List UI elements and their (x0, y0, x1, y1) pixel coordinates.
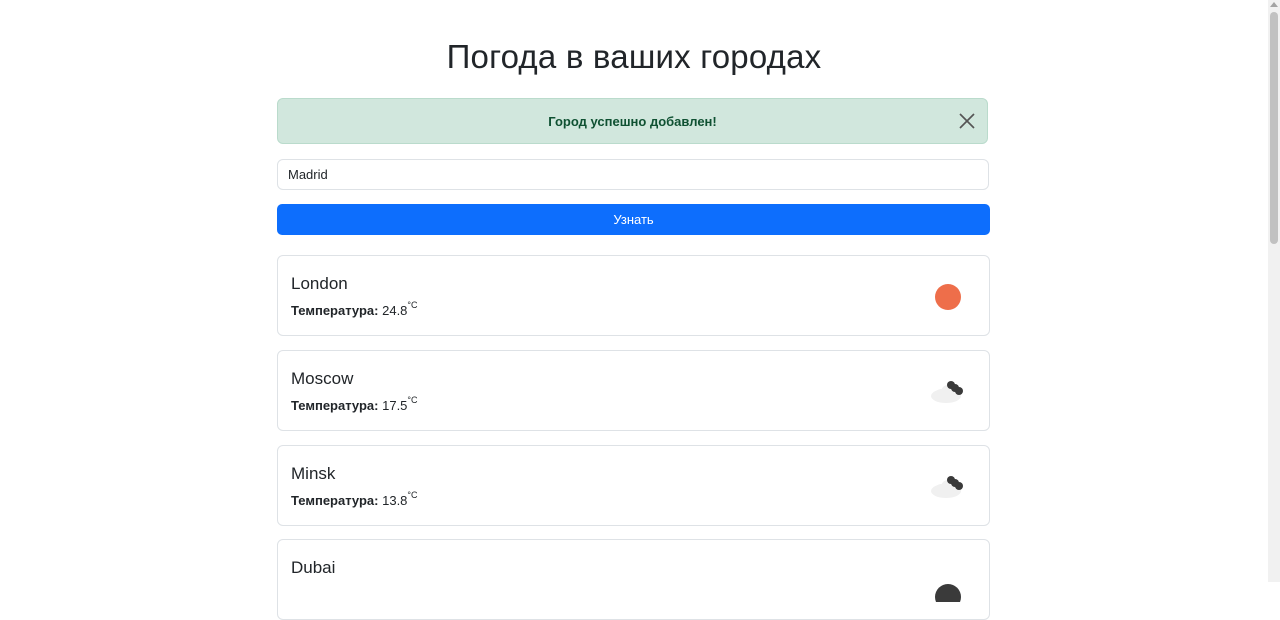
temperature-value: 24.8 (382, 303, 408, 318)
city-card: Dubai (277, 539, 990, 620)
city-name: Dubai (291, 558, 336, 577)
temperature-label: Температура: (291, 303, 379, 318)
submit-button[interactable]: Узнать (277, 204, 990, 235)
temperature-value: 13.8 (382, 493, 408, 508)
cloudy-night-icon (931, 476, 963, 498)
city-card: London Температура: 24.8°C (277, 255, 990, 336)
temperature-label: Температура: (291, 398, 379, 413)
temperature-label: Температура: (291, 493, 379, 508)
temperature-value: 17.5 (382, 398, 408, 413)
moon-icon (935, 584, 961, 602)
city-name: Moscow (291, 369, 354, 388)
city-card: Moscow Температура: 17.5°C (277, 350, 990, 431)
scrollbar[interactable] (1268, 0, 1280, 582)
temperature-unit: °C (407, 300, 418, 310)
temperature-unit: °C (407, 490, 418, 500)
city-card: Minsk Температура: 13.8°C (277, 445, 990, 526)
temperature-line: Температура: 24.8°C (291, 300, 418, 318)
page-title: Погода в ваших городах (446, 38, 822, 75)
temperature-unit: °C (407, 395, 418, 405)
sun-icon (935, 284, 961, 310)
city-name: Minsk (291, 464, 336, 483)
city-input[interactable] (277, 159, 989, 190)
alert-close-button[interactable] (957, 111, 977, 131)
close-icon (959, 113, 975, 129)
scrollbar-thumb[interactable] (1270, 12, 1278, 244)
alert-message: Город успешно добавлен! (548, 114, 717, 129)
temperature-line: Температура: 17.5°C (291, 395, 418, 413)
city-name: London (291, 274, 348, 293)
success-alert: Город успешно добавлен! (277, 98, 988, 144)
scroll-up-icon[interactable] (1270, 2, 1278, 7)
cloudy-night-icon (931, 381, 963, 403)
temperature-line: Температура: 13.8°C (291, 490, 418, 508)
